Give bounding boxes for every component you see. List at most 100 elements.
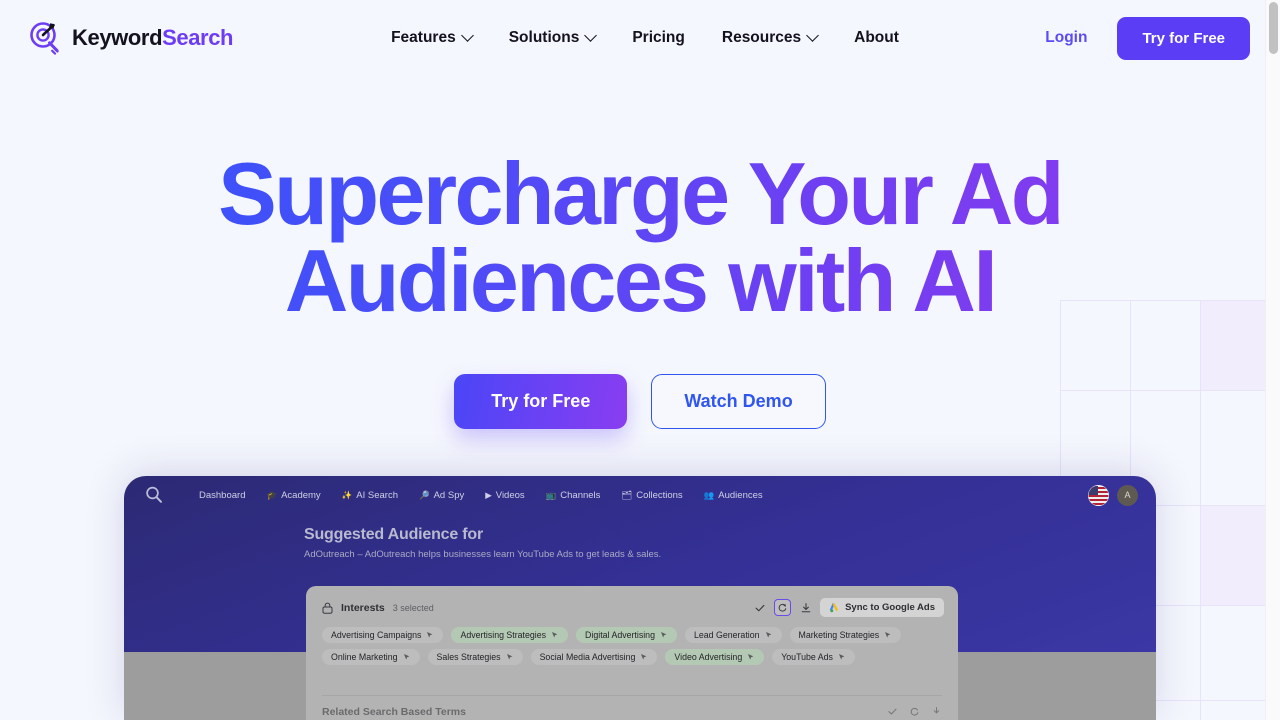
- check-icon[interactable]: [752, 600, 767, 615]
- interests-panel-header: Interests 3 selected Sync to Google Ads: [306, 586, 958, 617]
- interest-chip[interactable]: Lead Generation: [684, 627, 782, 643]
- nav-item-solutions[interactable]: Solutions: [508, 28, 598, 47]
- spy-icon: 🔎: [419, 489, 430, 500]
- chip-label: Marketing Strategies: [798, 630, 880, 640]
- brand-name: KeywordSearch: [72, 25, 233, 51]
- cursor-arrow-icon: [660, 632, 667, 638]
- app-nav-collections[interactable]: 🗂 Collections: [621, 490, 682, 501]
- hero-try-for-free-button[interactable]: Try for Free: [454, 374, 628, 430]
- interests-panel-tools: Sync to Google Ads: [752, 598, 944, 617]
- us-flag-icon[interactable]: [1088, 484, 1109, 506]
- app-nav-right: A: [1088, 484, 1138, 506]
- avatar[interactable]: A: [1117, 484, 1138, 506]
- tv-icon: 📺: [545, 489, 557, 500]
- hero-title-line-1: Supercharge Your Ad: [218, 144, 1062, 243]
- login-link[interactable]: Login: [1045, 29, 1087, 47]
- app-nav-ad-spy[interactable]: 🔎 Ad Spy: [419, 490, 464, 501]
- chip-label: Advertising Campaigns: [331, 630, 422, 640]
- nav-item-about[interactable]: About: [854, 29, 899, 47]
- related-terms-tools: [885, 704, 944, 719]
- play-icon: ▶: [485, 489, 492, 500]
- interest-chip[interactable]: Video Advertising: [665, 649, 765, 665]
- app-nav-label: Collections: [636, 489, 683, 501]
- related-terms-section: Related Search Based Terms: [322, 704, 944, 719]
- refresh-icon[interactable]: [907, 704, 922, 719]
- app-page-subtitle: AdOutreach – AdOutreach helps businesses…: [304, 549, 662, 560]
- interest-chip[interactable]: Marketing Strategies: [789, 627, 902, 643]
- interest-chip[interactable]: Advertising Strategies: [451, 627, 569, 643]
- chip-label: Video Advertising: [674, 652, 743, 662]
- nav-item-pricing[interactable]: Pricing: [632, 29, 685, 47]
- chip-label: Sales Strategies: [436, 652, 501, 662]
- interest-chip[interactable]: Online Marketing: [322, 649, 420, 665]
- app-nav-label: Audiences: [718, 489, 763, 501]
- google-ads-icon: [829, 603, 839, 613]
- page-title: Supercharge Your Ad Audiences with AI: [0, 150, 1280, 324]
- folder-icon: 🗂: [621, 489, 633, 500]
- hero-watch-demo-button[interactable]: Watch Demo: [651, 374, 826, 430]
- nav-label: Resources: [721, 29, 802, 46]
- app-nav-dashboard[interactable]: Dashboard: [195, 490, 245, 501]
- interest-chip[interactable]: YouTube Ads: [772, 649, 855, 665]
- cursor-arrow-icon: [427, 632, 433, 638]
- refresh-icon[interactable]: [774, 599, 792, 616]
- academy-icon: 🎓: [266, 489, 278, 500]
- chip-label: Social Media Advertising: [539, 652, 636, 662]
- header-actions: Login Try for Free: [1045, 16, 1250, 60]
- app-heading-block: Suggested Audience for AdOutreach – AdOu…: [124, 508, 1156, 560]
- interests-panel: Interests 3 selected Sync to Google Ads …: [306, 586, 958, 720]
- landing-page: KeywordSearch Features Solutions Pricing…: [0, 0, 1280, 720]
- nav-item-features[interactable]: Features: [391, 28, 474, 47]
- chevron-down-icon: [806, 28, 820, 42]
- cursor-arrow-icon: [403, 654, 409, 660]
- page-scrollbar[interactable]: [1265, 0, 1280, 720]
- chip-label: Lead Generation: [693, 630, 760, 640]
- brand-name-part1: Keyword: [72, 25, 163, 50]
- search-icon[interactable]: [144, 485, 164, 505]
- app-nav-label: Videos: [495, 489, 525, 501]
- chevron-down-icon: [460, 28, 474, 42]
- app-nav-audiences[interactable]: 👥 Audiences: [704, 490, 763, 501]
- app-nav-videos[interactable]: ▶ Videos: [485, 490, 524, 501]
- app-nav-ai-search[interactable]: ✨ AI Search: [342, 490, 398, 501]
- app-nav-label: Channels: [560, 489, 601, 501]
- cursor-arrow-icon: [506, 654, 512, 660]
- nav-label: Solutions: [508, 29, 580, 46]
- sparkle-icon: ✨: [341, 489, 353, 500]
- download-icon[interactable]: [929, 704, 944, 719]
- main-navigation: Features Solutions Pricing Resources Abo…: [391, 28, 899, 47]
- interests-title-group: Interests 3 selected: [322, 602, 434, 614]
- cursor-arrow-icon: [838, 654, 845, 660]
- brand-name-part2: Search: [162, 25, 234, 50]
- app-nav-items: Dashboard 🎓 Academy ✨ AI Search 🔎 Ad Spy: [195, 490, 763, 501]
- lock-icon: [322, 602, 333, 614]
- scrollbar-thumb[interactable]: [1269, 2, 1278, 54]
- app-nav-channels[interactable]: 📺 Channels: [546, 490, 601, 501]
- brand-logo[interactable]: KeywordSearch: [28, 21, 233, 55]
- app-page-title: Suggested Audience for: [304, 526, 484, 543]
- nav-label: About: [854, 29, 899, 46]
- header-try-for-free-button[interactable]: Try for Free: [1117, 16, 1250, 60]
- interest-chip[interactable]: Advertising Campaigns: [322, 627, 444, 643]
- check-icon[interactable]: [885, 704, 900, 719]
- cursor-arrow-icon: [765, 632, 771, 638]
- sync-to-google-ads-button[interactable]: Sync to Google Ads: [820, 598, 944, 617]
- hero-actions: Try for Free Watch Demo: [0, 374, 1280, 430]
- app-nav-academy[interactable]: 🎓 Academy: [266, 490, 320, 501]
- hero-title-line-2: Audiences with AI: [284, 231, 996, 331]
- related-terms-title: Related Search Based Terms: [322, 705, 466, 718]
- interests-title: Interests: [341, 601, 385, 614]
- app-nav-label: Dashboard: [199, 489, 246, 501]
- chip-label: Digital Advertising: [585, 630, 655, 640]
- interest-chip-list: Advertising Campaigns Advertising Strate…: [306, 617, 958, 665]
- interest-chip[interactable]: Digital Advertising: [576, 627, 677, 643]
- chip-label: YouTube Ads: [781, 652, 833, 662]
- interest-chip[interactable]: Social Media Advertising: [530, 649, 658, 665]
- nav-item-resources[interactable]: Resources: [721, 28, 820, 47]
- app-navigation-bar: Dashboard 🎓 Academy ✨ AI Search 🔎 Ad Spy: [124, 476, 1156, 508]
- nav-label: Features: [391, 29, 456, 46]
- interest-chip[interactable]: Sales Strategies: [427, 649, 523, 665]
- target-magnifier-icon: [30, 22, 59, 55]
- download-icon[interactable]: [798, 600, 813, 615]
- cursor-arrow-icon: [552, 632, 558, 638]
